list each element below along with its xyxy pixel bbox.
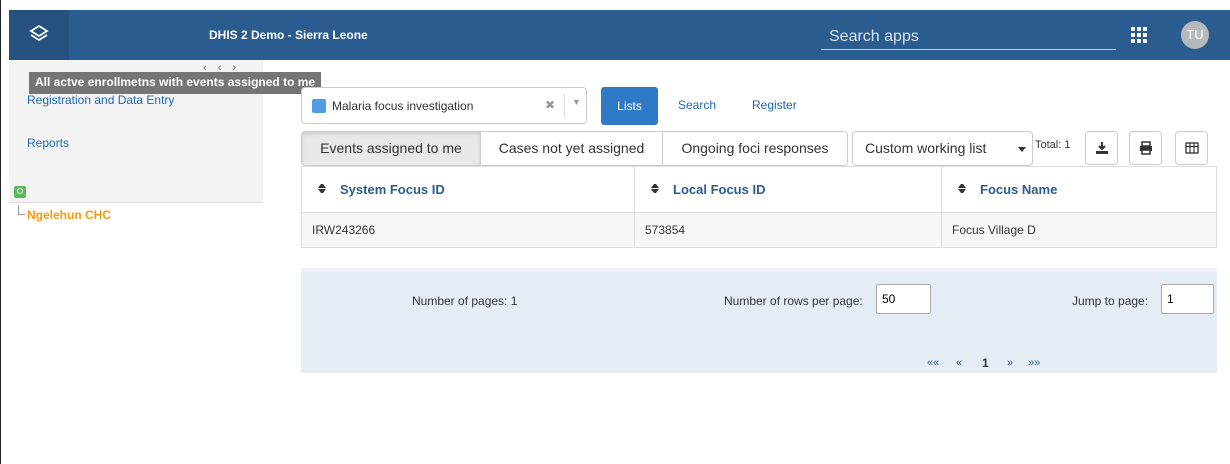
search-apps-input[interactable] [821,24,1116,50]
pager: Number of pages: 1 Number of rows per pa… [301,268,1217,373]
org-unit-node[interactable]: Ngelehun CHC [27,208,111,222]
program-divider [564,94,565,118]
column-header-system-focus-id[interactable]: System Focus ID [301,166,635,213]
prev-page-link[interactable]: « [956,357,962,369]
org-tree-search-icon[interactable] [14,186,26,198]
lists-button[interactable]: Lists [601,87,658,125]
program-selector[interactable]: Malaria focus investigation ✖ ▼ [301,87,587,124]
table-columns-icon [1185,142,1199,154]
sort-icon [651,184,659,193]
tab-events-assigned-to-me[interactable]: Events assigned to me [301,131,481,166]
column-label: System Focus ID [340,182,445,197]
first-page-link[interactable]: «« [927,357,939,369]
column-label: Local Focus ID [673,182,766,197]
print-icon [1140,141,1152,155]
sidebar-link-registration[interactable]: Registration and Data Entry [27,93,174,107]
cell-system-focus-id: IRW243266 [301,212,635,248]
cell-local-focus-id: 573854 [634,212,942,248]
last-page-link[interactable]: »» [1028,357,1040,369]
column-header-focus-name[interactable]: Focus Name [941,166,1217,213]
program-clear-icon[interactable]: ✖ [545,98,555,112]
app-frame: DHIS 2 Demo - Sierra Leone TU Registrati… [0,0,1230,464]
sort-icon [958,184,966,193]
print-button[interactable] [1129,131,1162,165]
download-button[interactable] [1085,131,1118,165]
pager-rows-label: Number of rows per page: [724,294,863,308]
custom-working-list-label: Custom working list [865,140,987,156]
dhis2-logo-icon [29,24,49,42]
columns-button[interactable] [1175,131,1208,165]
apps-grid-icon[interactable] [1131,27,1147,43]
register-link[interactable]: Register [752,98,797,112]
working-list-tooltip: All actve enrollmetns with events assign… [29,72,322,94]
next-page-link[interactable]: » [1007,357,1013,369]
cell-focus-name: Focus Village D [941,212,1217,248]
tab-custom-working-list[interactable]: Custom working list [852,131,1033,166]
jump-to-page-input[interactable] [1161,284,1214,314]
table-header-row: System Focus ID Local Focus ID Focus Nam… [301,166,1217,213]
user-avatar[interactable]: TU [1181,21,1209,49]
pager-jump-label: Jump to page: [1072,294,1149,308]
total-count: Total: 1 [1035,139,1071,151]
rows-per-page-input[interactable] [876,284,931,314]
column-header-local-focus-id[interactable]: Local Focus ID [634,166,942,213]
working-list-table: System Focus ID Local Focus ID Focus Nam… [301,166,1217,248]
program-selected-label: Malaria focus investigation [332,99,474,113]
download-icon [1096,142,1108,154]
pager-page-count: Number of pages: 1 [412,294,518,308]
app-title: DHIS 2 Demo - Sierra Leone [209,28,368,42]
sidebar-link-reports[interactable]: Reports [27,136,69,150]
search-link[interactable]: Search [678,98,716,112]
tree-branch-line [18,205,25,215]
program-icon [312,99,326,113]
tab-cases-not-yet-assigned[interactable]: Cases not yet assigned [480,131,663,166]
table-row[interactable]: IRW243266 573854 Focus Village D [301,212,1217,248]
sort-icon [318,184,326,193]
chevron-down-icon [1018,147,1026,152]
dhis2-logo[interactable] [9,10,69,60]
tab-ongoing-foci-responses[interactable]: Ongoing foci responses [662,131,848,166]
header-bar: DHIS 2 Demo - Sierra Leone TU [9,10,1230,60]
program-dropdown-arrow-icon[interactable]: ▼ [572,97,581,107]
current-page: 1 [982,356,989,370]
column-label: Focus Name [980,182,1058,197]
